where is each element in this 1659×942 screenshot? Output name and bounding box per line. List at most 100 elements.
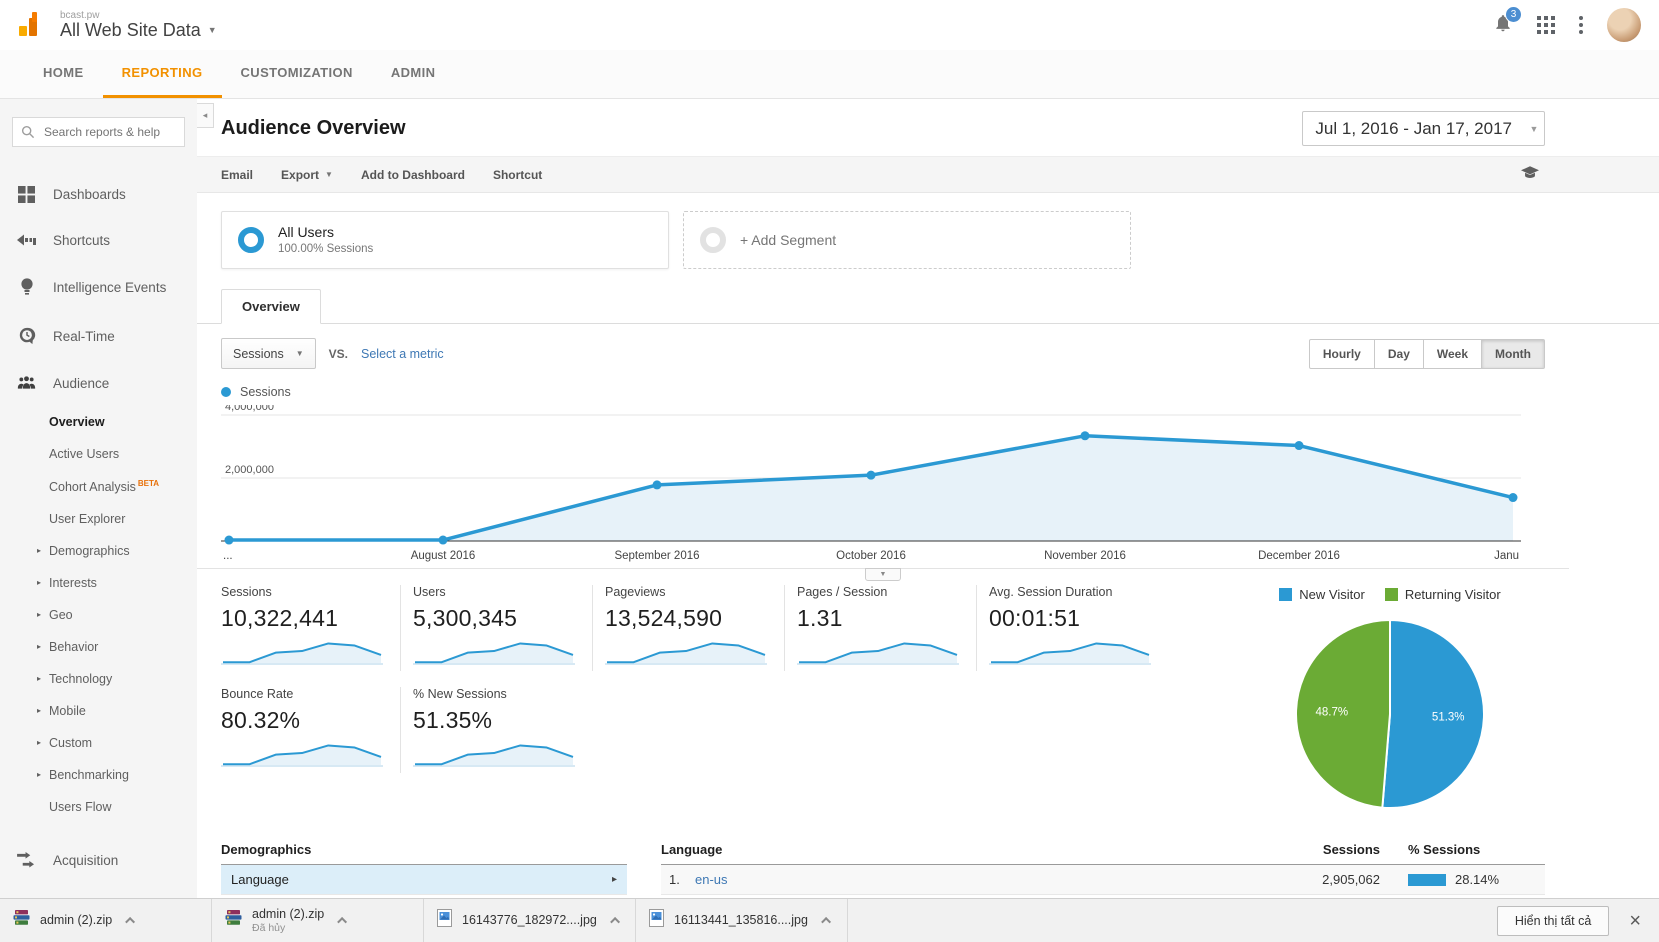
granularity-hourly[interactable]: Hourly xyxy=(1309,339,1375,369)
svg-text:Janu: Janu xyxy=(1494,550,1519,562)
language-link[interactable]: en-us xyxy=(695,872,1275,887)
audience-icon xyxy=(17,375,36,391)
expand-triangle-icon: ▸ xyxy=(37,578,41,587)
tab-overview[interactable]: Overview xyxy=(221,289,321,324)
chart-expander-button[interactable]: ▼ xyxy=(865,568,901,581)
select-metric-link[interactable]: Select a metric xyxy=(361,347,444,361)
metric-sparkline xyxy=(221,636,383,666)
downloads-bar-right: Hiển thị tất cả × xyxy=(1479,899,1659,942)
metric-card-avg-session-duration[interactable]: Avg. Session Duration00:01:51 xyxy=(989,585,1169,671)
sidebar-item-custom[interactable]: ▸Custom xyxy=(0,727,197,759)
report-search[interactable] xyxy=(12,117,185,147)
metric-value: 13,524,590 xyxy=(605,605,776,632)
chevron-up-icon[interactable] xyxy=(337,917,347,927)
vs-label: VS. xyxy=(329,347,348,361)
line-chart[interactable]: 2,000,0004,000,000...August 2016Septembe… xyxy=(221,405,1521,563)
sidebar-item-technology[interactable]: ▸Technology xyxy=(0,663,197,695)
metric-card--new-sessions[interactable]: % New Sessions51.35% xyxy=(413,687,593,773)
segment-all-users[interactable]: All Users 100.00% Sessions xyxy=(221,211,669,269)
sidebar-item-demographics[interactable]: ▸Demographics xyxy=(0,535,197,567)
metric-card-pageviews[interactable]: Pageviews 13,524,590 xyxy=(605,585,785,671)
sidebar-item-real-time[interactable]: Real-Time xyxy=(0,312,197,360)
sidebar-item-users-flow[interactable]: Users Flow xyxy=(0,791,197,823)
svg-text:51.3%: 51.3% xyxy=(1432,711,1465,723)
metrics-summary: Sessions10,322,441Users5,300,345Pageview… xyxy=(221,585,1235,812)
date-range-selector[interactable]: Jul 1, 2016 - Jan 17, 2017 ▼ xyxy=(1302,111,1545,146)
report-main: Audience Overview Jul 1, 2016 - Jan 17, … xyxy=(197,99,1659,898)
sidebar-item-geo[interactable]: ▸Geo xyxy=(0,599,197,631)
apps-grid-icon[interactable] xyxy=(1537,16,1555,34)
sidebar-item-user-explorer[interactable]: User Explorer xyxy=(0,503,197,535)
sidebar-collapse-button[interactable]: ◂ xyxy=(197,103,214,128)
more-options-icon[interactable] xyxy=(1579,16,1583,34)
date-range-text: Jul 1, 2016 - Jan 17, 2017 xyxy=(1303,119,1524,139)
education-cap-icon[interactable] xyxy=(1521,166,1539,183)
legend-swatch-icon xyxy=(1385,588,1398,601)
segments-section: All Users 100.00% Sessions + Add Segment xyxy=(197,193,1659,269)
granularity-month[interactable]: Month xyxy=(1482,339,1545,369)
chevron-up-icon[interactable] xyxy=(125,917,135,927)
nav-tab-customization[interactable]: CUSTOMIZATION xyxy=(222,50,372,98)
legend-swatch-icon xyxy=(1279,588,1292,601)
sidebar-item-intelligence-events[interactable]: Intelligence Events xyxy=(0,263,197,312)
chevron-up-icon[interactable] xyxy=(610,917,620,927)
demographics-table: Demographics Language▸Country xyxy=(221,842,627,898)
metric-row: Bounce Rate80.32%% New Sessions51.35% xyxy=(221,687,1235,773)
sidebar-item-mobile[interactable]: ▸Mobile xyxy=(0,695,197,727)
sidebar-item-interests[interactable]: ▸Interests xyxy=(0,567,197,599)
svg-text:...: ... xyxy=(223,550,233,562)
chevron-down-icon: ▼ xyxy=(325,170,333,179)
account-name: bcast.pw xyxy=(60,10,217,21)
action-export[interactable]: Export▼ xyxy=(281,168,333,182)
sidebar-item-shortcuts[interactable]: Shortcuts xyxy=(0,218,197,263)
demographics-row-country[interactable]: Country xyxy=(221,895,627,898)
action-email[interactable]: Email xyxy=(221,168,253,182)
sidebar-item-active-users[interactable]: Active Users xyxy=(0,438,197,470)
pie-legend: New VisitorReturning Visitor xyxy=(1235,585,1545,602)
action-shortcut[interactable]: Shortcut xyxy=(493,168,542,182)
sidebar-item-acquisition[interactable]: Acquisition xyxy=(0,837,197,883)
metric-card-sessions[interactable]: Sessions10,322,441 xyxy=(221,585,401,671)
notifications-button[interactable]: 3 xyxy=(1493,13,1513,38)
chevron-up-icon[interactable] xyxy=(821,917,831,927)
chart-legend: Sessions xyxy=(197,369,1659,399)
property-selector[interactable]: All Web Site Data ▼ xyxy=(60,21,217,41)
sidebar-item-behavior[interactable]: ▸Behavior xyxy=(0,631,197,663)
sidebar-item-cohort-analysis[interactable]: Cohort AnalysisBETA xyxy=(0,470,197,503)
nav-tab-admin[interactable]: ADMIN xyxy=(372,50,455,98)
metric-value: 10,322,441 xyxy=(221,605,392,632)
sidebar-item-overview[interactable]: Overview xyxy=(0,406,197,438)
legend-returning-visitor: Returning Visitor xyxy=(1385,587,1501,602)
sidebar-item-audience[interactable]: Audience xyxy=(0,360,197,406)
download-item-1[interactable]: admin (2).zip xyxy=(0,899,212,942)
search-icon xyxy=(21,125,35,139)
action-add-to-dashboard[interactable]: Add to Dashboard xyxy=(361,168,465,182)
analytics-logo-icon[interactable] xyxy=(18,10,48,40)
visitor-pie-chart[interactable]: 51.3%48.7% xyxy=(1292,616,1488,812)
show-all-downloads-button[interactable]: Hiển thị tất cả xyxy=(1497,906,1609,936)
close-downloads-icon[interactable]: × xyxy=(1629,911,1641,931)
metric-value: 5,300,345 xyxy=(413,605,584,632)
metric-card-bounce-rate[interactable]: Bounce Rate80.32% xyxy=(221,687,401,773)
metric-card-pages-session[interactable]: Pages / Session1.31 xyxy=(797,585,977,671)
granularity-day[interactable]: Day xyxy=(1375,339,1424,369)
user-avatar[interactable] xyxy=(1607,8,1641,42)
metric-select[interactable]: Sessions ▼ xyxy=(221,338,316,369)
metric-card-users[interactable]: Users5,300,345 xyxy=(413,585,593,671)
metric-sparkline xyxy=(413,738,575,768)
granularity-week[interactable]: Week xyxy=(1424,339,1482,369)
sidebar-item-dashboards[interactable]: Dashboards xyxy=(0,171,197,218)
add-segment-button[interactable]: + Add Segment xyxy=(683,211,1131,269)
beta-badge: BETA xyxy=(138,479,159,488)
download-item-4[interactable]: 16113441_135816....jpg xyxy=(636,899,848,942)
demographics-row-language[interactable]: Language▸ xyxy=(221,865,627,895)
nav-tab-home[interactable]: HOME xyxy=(24,50,103,98)
download-status: Đã hủy xyxy=(252,922,324,934)
metric-label: Pageviews xyxy=(605,585,776,599)
download-item-2[interactable]: admin (2).zipĐã hủy xyxy=(212,899,424,942)
pct-bar xyxy=(1408,874,1446,886)
nav-tab-reporting[interactable]: REPORTING xyxy=(103,50,222,98)
sidebar-item-benchmarking[interactable]: ▸Benchmarking xyxy=(0,759,197,791)
search-input[interactable] xyxy=(42,124,176,140)
download-item-3[interactable]: 16143776_182972....jpg xyxy=(424,899,636,942)
